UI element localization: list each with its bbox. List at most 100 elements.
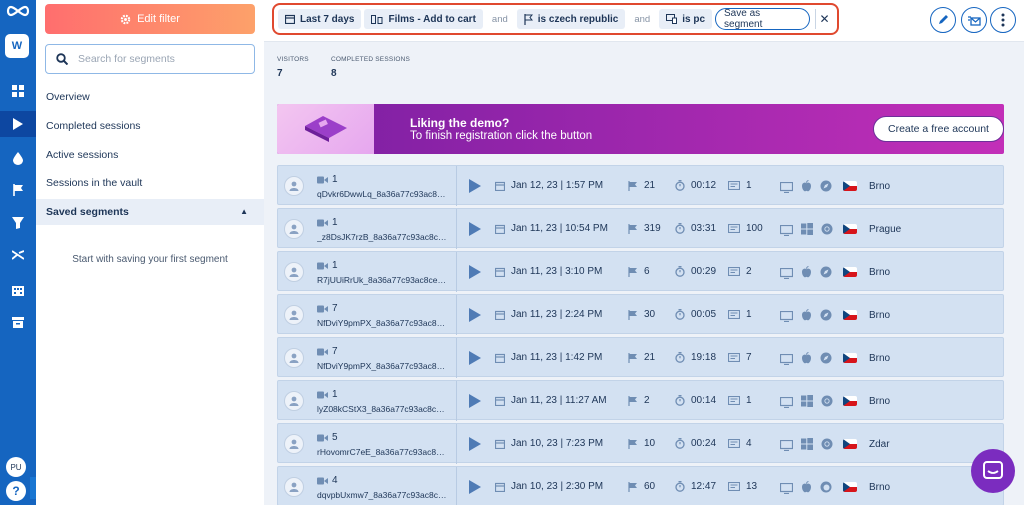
session-id[interactable]: NfDviY9pmPX_8a36a77c93ac8ce6... <box>317 361 447 371</box>
session-events: 13 <box>728 481 757 492</box>
video-camera-icon <box>317 477 328 484</box>
session-count: 1 <box>317 389 338 400</box>
play-session-icon[interactable] <box>469 265 481 279</box>
session-row[interactable]: 5 rHovomrC7eE_8a36a77c93ac8ce6... Jan 10, … <box>277 423 1004 464</box>
session-row[interactable]: 7 NfDviY9pmPX_8a36a77c93ac8ce6... Jan 11, … <box>277 294 1004 335</box>
create-account-button[interactable]: Create a free account <box>873 116 1004 142</box>
session-pages-value: 6 <box>644 266 650 277</box>
czech-flag-icon <box>843 267 857 277</box>
calendar-icon <box>495 181 505 191</box>
desktop-icon <box>780 311 793 322</box>
filter-country-chip[interactable]: is czech republic <box>516 9 626 29</box>
funnel-icon[interactable] <box>0 210 36 236</box>
play-session-icon[interactable] <box>469 394 481 408</box>
more-options-icon[interactable] <box>990 7 1016 33</box>
events-icon <box>728 439 740 448</box>
edit-filter-button[interactable]: Edit filter <box>45 4 255 34</box>
session-tech <box>780 223 833 238</box>
session-duration-value: 00:24 <box>691 438 717 449</box>
nav-overview[interactable]: Overview <box>36 84 264 110</box>
session-count: 7 <box>317 346 338 357</box>
session-date: Jan 11, 23 | 3:10 PM <box>495 266 602 277</box>
calendar-icon <box>495 482 505 492</box>
session-row[interactable]: 1 lyZ08kCStX3_8a36a77c93ac8ce6... Jan 11, … <box>277 380 1004 421</box>
top-filter-bar: Last 7 days Films - Add to cart and is c… <box>264 0 1024 42</box>
session-id[interactable]: R7jUUiRrUk_8a36a77c93ac8ce6... <box>317 275 447 285</box>
stopwatch-icon <box>675 180 685 191</box>
session-count: 1 <box>317 217 338 228</box>
session-count-value: 7 <box>332 303 338 314</box>
nav-completed-sessions[interactable]: Completed sessions <box>36 113 264 139</box>
session-id[interactable]: _z8DsJK7rzB_8a36a77c93ac8ce6... <box>317 232 447 242</box>
play-session-icon[interactable] <box>469 437 481 451</box>
session-id[interactable]: qDvkr6DwwLq_8a36a77c93ac8ce6... <box>317 189 447 199</box>
nav-sessions-vault[interactable]: Sessions in the vault <box>36 170 264 196</box>
session-date: Jan 11, 23 | 1:42 PM <box>495 352 602 363</box>
session-duration: 00:05 <box>675 309 716 320</box>
goals-flag-icon[interactable] <box>0 177 36 203</box>
session-events: 2 <box>728 266 752 277</box>
edit-pencil-icon[interactable] <box>930 7 956 33</box>
filter-funnel-chip[interactable]: Films - Add to cart <box>364 9 483 29</box>
filter-date-chip[interactable]: Last 7 days <box>278 9 362 29</box>
help-icon[interactable]: ? <box>6 481 26 501</box>
archive-box-icon[interactable] <box>0 309 36 335</box>
user-avatar[interactable]: PU <box>6 457 26 477</box>
recordings-play-icon[interactable] <box>0 111 36 137</box>
segment-search-input[interactable] <box>78 53 228 65</box>
segment-search-box[interactable] <box>45 44 255 74</box>
session-id[interactable]: NfDviY9pmPX_8a36a77c93ac8ce6... <box>317 318 447 328</box>
session-city: Brno <box>869 267 891 278</box>
session-id[interactable]: lyZ08kCStX3_8a36a77c93ac8ce6... <box>317 404 447 414</box>
save-as-segment-button[interactable]: Save as segment <box>715 8 811 30</box>
workspace-avatar[interactable]: W <box>5 34 29 58</box>
session-row[interactable]: 1 _z8DsJK7rzB_8a36a77c93ac8ce6... Jan 11, … <box>277 208 1004 249</box>
session-row[interactable]: 1 R7jUUiRrUk_8a36a77c93ac8ce6... Jan 11, 2… <box>277 251 1004 292</box>
caret-up-icon[interactable]: ▲ <box>240 199 248 225</box>
chat-support-icon[interactable] <box>971 449 1015 493</box>
video-camera-icon <box>317 176 328 183</box>
infinity-logo-icon[interactable] <box>4 3 32 19</box>
completed-sessions-label: COMPLETED SESSIONS <box>331 56 411 63</box>
session-events-value: 100 <box>746 223 763 234</box>
session-events: 1 <box>728 180 752 191</box>
and-separator: and <box>634 13 651 25</box>
nav-saved-segments[interactable]: Saved segments ▲ <box>36 199 264 225</box>
play-session-icon[interactable] <box>469 308 481 322</box>
journeys-icon[interactable] <box>0 242 36 268</box>
nav-active-sessions[interactable]: Active sessions <box>36 142 264 168</box>
play-session-icon[interactable] <box>469 222 481 236</box>
clear-filters-close-icon[interactable]: ✕ <box>815 9 833 29</box>
calendar-icon <box>495 439 505 449</box>
session-events: 1 <box>728 395 752 406</box>
chrome-icon <box>821 223 833 238</box>
session-tech <box>780 180 832 195</box>
czech-flag-icon <box>843 181 857 191</box>
session-id[interactable]: dqvpbUxmw7_8a36a77c93ac8ce6... <box>317 490 447 500</box>
session-tech <box>780 395 833 410</box>
session-row[interactable]: 1 qDvkr6DwwLq_8a36a77c93ac8ce6... Jan 12, … <box>277 165 1004 206</box>
play-session-icon[interactable] <box>469 351 481 365</box>
session-date: Jan 12, 23 | 1:57 PM <box>495 180 603 191</box>
session-id[interactable]: rHovomrC7eE_8a36a77c93ac8ce6... <box>317 447 447 457</box>
session-pages-value: 60 <box>644 481 656 492</box>
play-session-icon[interactable] <box>469 179 481 193</box>
play-session-icon[interactable] <box>469 480 481 494</box>
share-segment-icon[interactable] <box>961 7 987 33</box>
row-divider <box>456 166 457 206</box>
session-row[interactable]: 4 dqvpbUxmw7_8a36a77c93ac8ce6... Jan 10, 2… <box>277 466 1004 505</box>
calendar-icon <box>495 224 505 234</box>
pages-flag-icon <box>628 438 637 449</box>
stopwatch-icon <box>675 309 685 320</box>
session-row[interactable]: 7 NfDviY9pmPX_8a36a77c93ac8ce6... Jan 11, … <box>277 337 1004 378</box>
row-divider <box>456 424 457 464</box>
session-duration: 03:31 <box>675 223 716 234</box>
dashboard-icon[interactable] <box>0 78 36 104</box>
session-pages: 30 <box>628 309 655 320</box>
video-camera-icon <box>317 391 328 398</box>
events-icon <box>728 353 740 362</box>
heatmap-drop-icon[interactable] <box>0 145 36 171</box>
and-separator: and <box>491 13 508 25</box>
filter-device-chip[interactable]: is pc <box>659 9 713 29</box>
reports-building-icon[interactable] <box>0 277 36 303</box>
